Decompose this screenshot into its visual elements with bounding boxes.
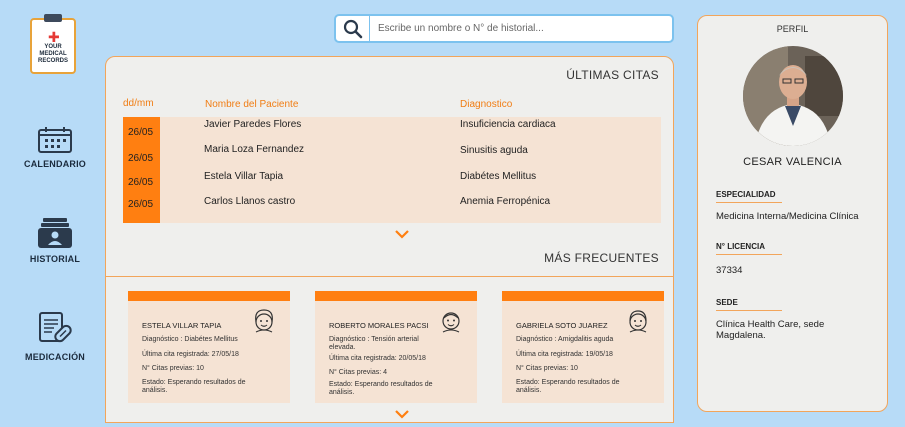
patient-visit-count: N° Citas previas: 10 <box>516 365 578 372</box>
patient-status: Estado: Esperando resultados de análisis… <box>142 379 246 394</box>
female-patient-icon <box>255 309 273 333</box>
search-icon <box>343 19 362 38</box>
license-value: 37334 <box>716 265 743 276</box>
table-row-diagnosis: Diabétes Mellitus <box>460 171 537 182</box>
patient-diagnosis: Diagnóstico : Tensión arterial elevada. <box>329 336 419 351</box>
table-row-date: 26/05 <box>128 177 154 188</box>
search-input[interactable]: Escribe un nombre o N° de historial... <box>370 23 544 34</box>
search-button[interactable] <box>336 16 370 41</box>
column-header-diagnosis: Diagnostico <box>460 99 513 110</box>
prescription-icon <box>39 312 72 343</box>
chevron-down-icon[interactable] <box>394 229 410 239</box>
sidebar-item-historial[interactable]: HISTORIAL <box>10 218 100 264</box>
patient-last-visit: Última cita registrada: 19/05/18 <box>516 351 613 358</box>
table-row-name[interactable]: Javier Paredes Flores <box>204 119 301 130</box>
table-row-name[interactable]: Estela Villar Tapia <box>204 171 283 182</box>
sidebar-item-label: MEDICACIÓN <box>25 352 85 362</box>
folder-icon <box>38 218 72 248</box>
logo-text: YOUR MEDICAL RECORDS <box>37 44 68 64</box>
frequent-patients-title: MÁS FRECUENTES <box>544 251 659 265</box>
profile-title: PERFIL <box>776 24 809 34</box>
table-row-diagnosis: Insuficiencia cardiaca <box>460 119 556 130</box>
specialty-value: Medicina Interna/Medicina Clínica <box>716 211 859 222</box>
table-row-diagnosis: Anemia Ferropénica <box>460 196 551 207</box>
patient-visit-count: N° Citas previas: 4 <box>329 369 388 376</box>
license-label: N° LICENCIA <box>716 242 765 251</box>
column-header-date: dd/mm <box>123 98 154 109</box>
column-header-name: Nombre del Paciente <box>205 99 299 110</box>
main-panel: ÚLTIMAS CITAS dd/mm Nombre del Paciente … <box>105 56 674 423</box>
table-row-date: 26/05 <box>128 199 154 210</box>
table-row-date: 26/05 <box>128 153 154 164</box>
patient-diagnosis: Diagnóstico : Amigdalitis aguda <box>516 336 614 343</box>
male-patient-icon <box>442 312 460 333</box>
site-value: Clínica Health Care, sede Magdalena. <box>716 319 825 341</box>
sidebar-item-label: CALENDARIO <box>24 159 86 169</box>
patient-name: GABRIELA SOTO JUAREZ <box>516 321 608 330</box>
card-accent-bar <box>128 291 290 301</box>
clip-decoration <box>44 14 62 22</box>
specialty-label: ESPECIALIDAD <box>716 190 776 199</box>
calendar-icon <box>38 127 72 153</box>
patient-status: Estado: Esperando resultados de análisis… <box>516 379 620 394</box>
patient-name: ROBERTO MORALES PACSI <box>329 321 429 330</box>
doctor-name: CESAR VALENCIA <box>743 156 842 168</box>
patient-card[interactable]: ROBERTO MORALES PACSI Diagnóstico : Tens… <box>315 291 477 403</box>
label-underline <box>716 310 782 311</box>
patient-status: Estado: Esperando resultados de análisis… <box>329 381 433 396</box>
site-label: SEDE <box>716 298 738 307</box>
table-row-date: 26/05 <box>128 127 154 138</box>
patient-card[interactable]: ESTELA VILLAR TAPIA Diagnóstico : Diabét… <box>128 291 290 403</box>
chevron-down-icon[interactable] <box>394 409 410 419</box>
appointments-table <box>123 117 661 223</box>
patient-visit-count: N° Citas previas: 10 <box>142 365 204 372</box>
table-row-diagnosis: Sinusitis aguda <box>460 145 528 156</box>
search-bar[interactable]: Escribe un nombre o N° de historial... <box>334 14 674 43</box>
table-row-name[interactable]: Carlos Llanos castro <box>204 196 295 207</box>
sidebar-item-medicacion[interactable]: MEDICACIÓN <box>10 312 100 362</box>
avatar[interactable] <box>743 46 843 146</box>
card-accent-bar <box>315 291 477 301</box>
doctor-profile-panel: PERFIL CESAR VALENCIA ESPECIALIDAD Medic… <box>697 15 888 412</box>
recent-appointments-title: ÚLTIMAS CITAS <box>566 68 659 82</box>
section-divider <box>106 276 673 277</box>
patient-name: ESTELA VILLAR TAPIA <box>142 321 222 330</box>
label-underline <box>716 202 782 203</box>
female-patient-icon <box>629 310 647 333</box>
card-accent-bar <box>502 291 664 301</box>
label-underline <box>716 254 782 255</box>
patient-last-visit: Última cita registrada: 27/05/18 <box>142 351 239 358</box>
patient-last-visit: Última cita registrada: 20/05/18 <box>329 355 426 362</box>
table-row-name[interactable]: Maria Loza Fernandez <box>204 144 304 155</box>
sidebar-item-calendario[interactable]: CALENDARIO <box>10 127 100 169</box>
app-logo[interactable]: ✚ YOUR MEDICAL RECORDS <box>30 14 76 74</box>
patient-card[interactable]: GABRIELA SOTO JUAREZ Diagnóstico : Amigd… <box>502 291 664 403</box>
sidebar-item-label: HISTORIAL <box>29 254 81 264</box>
patient-diagnosis: Diagnóstico : Diabétes Mellitus <box>142 336 238 343</box>
